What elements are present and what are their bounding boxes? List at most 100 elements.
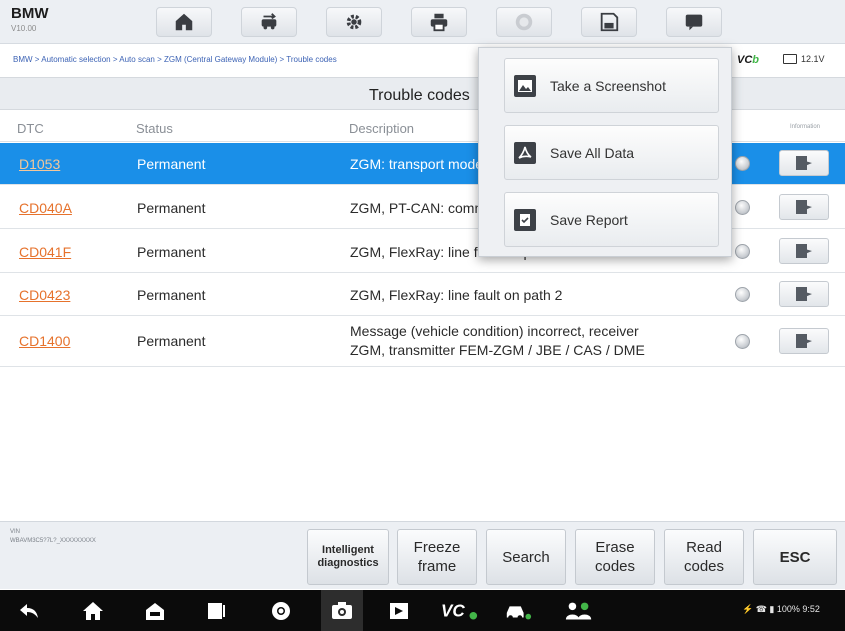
dtc-status: Permanent bbox=[137, 156, 206, 172]
function-bar: VIN WBAVM3C5?7L?_XXXXXXXXX Intelligent d… bbox=[0, 521, 845, 589]
battery-time: 100% 9:52 bbox=[776, 604, 820, 614]
camera-button[interactable] bbox=[329, 598, 355, 624]
vci-connected-icon: b bbox=[752, 54, 760, 66]
home-icon bbox=[175, 13, 193, 31]
dtc-status: Permanent bbox=[137, 287, 206, 303]
home-icon bbox=[83, 602, 103, 620]
system-status: ⚡ ☎ ▮ 100% 9:52 bbox=[742, 604, 820, 615]
erase-codes-button[interactable]: Erase codes bbox=[575, 529, 655, 585]
back-icon bbox=[20, 604, 38, 618]
dtc-help-button[interactable] bbox=[779, 150, 829, 176]
battery-indicator: 12.1V bbox=[783, 54, 825, 64]
vci-indicator: VCb bbox=[737, 54, 759, 66]
dtc-description: ZGM: transport mode bbox=[350, 156, 484, 172]
vin-label: VIN bbox=[10, 529, 21, 535]
screen-record-button[interactable] bbox=[386, 598, 412, 624]
vin-info: VIN WBAVM3C5?7L?_XXXXXXXXX bbox=[10, 528, 96, 546]
freeze-frame-indicator-icon bbox=[735, 244, 750, 259]
help-icon bbox=[515, 13, 533, 31]
browser-button[interactable] bbox=[268, 598, 294, 624]
top-toolbar: BMW V10.00 bbox=[0, 0, 845, 44]
settings-button[interactable] bbox=[326, 7, 382, 37]
image-icon bbox=[514, 74, 536, 97]
save-options-popup: Take a Screenshot Save All Data Save Rep… bbox=[478, 47, 732, 257]
save-icon bbox=[600, 12, 619, 32]
detail-icon bbox=[796, 156, 812, 170]
detail-icon bbox=[796, 244, 812, 258]
dtc-description: ZGM, FlexRay: line fault on path 2 bbox=[350, 287, 563, 303]
vci-label: VC bbox=[737, 54, 753, 66]
help-button[interactable] bbox=[496, 7, 552, 37]
vci-icon: VC bbox=[441, 602, 478, 621]
screen-record-icon bbox=[390, 603, 408, 619]
dtc-code[interactable]: CD041F bbox=[19, 244, 71, 260]
menu-item-label: Save All Data bbox=[550, 144, 635, 161]
dtc-help-button[interactable] bbox=[779, 281, 829, 307]
remote-expert-icon bbox=[565, 602, 592, 620]
recents-icon bbox=[208, 603, 225, 619]
camera-icon bbox=[332, 602, 352, 619]
freeze-frame-indicator-icon bbox=[735, 287, 750, 302]
battery-icon bbox=[783, 54, 797, 64]
brand: BMW V10.00 bbox=[11, 6, 49, 34]
chat-icon bbox=[685, 14, 703, 31]
take-screenshot-button[interactable]: Take a Screenshot bbox=[504, 58, 719, 113]
breadcrumb[interactable]: BMW > Automatic selection > Auto scan > … bbox=[13, 55, 337, 64]
report-icon bbox=[514, 208, 536, 231]
recents-button[interactable] bbox=[203, 598, 229, 624]
search-button[interactable]: Search bbox=[486, 529, 566, 585]
column-header-dtc: DTC bbox=[17, 121, 44, 136]
freeze-frame-indicator-icon bbox=[735, 156, 750, 171]
chat-button[interactable] bbox=[666, 7, 722, 37]
system-nav-bar: VC ⚡ ☎ ▮ 100% 9:52 bbox=[0, 590, 845, 631]
remote-expert-button[interactable] bbox=[563, 598, 595, 624]
page-title: Trouble codes bbox=[369, 87, 470, 104]
freeze-frame-indicator-icon bbox=[735, 334, 750, 349]
brand-version: V10.00 bbox=[11, 24, 37, 33]
print-icon bbox=[430, 13, 448, 32]
home-nav-button[interactable] bbox=[80, 598, 106, 624]
freeze-frame-button[interactable]: Freeze frame bbox=[397, 529, 477, 585]
save-all-data-button[interactable]: Save All Data bbox=[504, 125, 719, 180]
column-header-description: Description bbox=[349, 121, 415, 136]
dtc-code[interactable]: D1053 bbox=[19, 156, 60, 172]
vehicle-swap-icon bbox=[261, 13, 277, 30]
vehicle-swap-button[interactable] bbox=[241, 7, 297, 37]
svg-text:VC: VC bbox=[441, 602, 465, 621]
dtc-code[interactable]: CD1400 bbox=[19, 333, 70, 349]
column-header-status: Status bbox=[136, 121, 173, 136]
print-button[interactable] bbox=[411, 7, 467, 37]
save-report-button[interactable]: Save Report bbox=[504, 192, 719, 247]
dtc-status: Permanent bbox=[137, 244, 206, 260]
status-icons: ⚡ ☎ ▮ bbox=[742, 604, 777, 614]
settings-gear-icon bbox=[346, 14, 362, 30]
app-window: BMW V10.00 BMW > Automatic selection > A… bbox=[0, 0, 845, 631]
dtc-help-button[interactable] bbox=[779, 328, 829, 354]
dtc-code[interactable]: CD0423 bbox=[19, 287, 70, 303]
table-row[interactable]: CD0423 Permanent ZGM, FlexRay: line faul… bbox=[0, 274, 845, 316]
car-home-icon bbox=[146, 603, 164, 620]
intelligent-diagnostics-button[interactable]: Intelligent diagnostics bbox=[307, 529, 389, 585]
voltage-value: 12.1V bbox=[801, 54, 825, 64]
esc-button[interactable]: ESC bbox=[753, 529, 837, 585]
chrome-icon bbox=[272, 602, 290, 620]
detail-icon bbox=[796, 287, 812, 301]
detail-icon bbox=[796, 200, 812, 214]
vci-button[interactable]: VC bbox=[440, 598, 480, 624]
read-codes-button[interactable]: Read codes bbox=[664, 529, 744, 585]
dtc-help-button[interactable] bbox=[779, 238, 829, 264]
table-row[interactable]: CD1400 Permanent Message (vehicle condit… bbox=[0, 317, 845, 367]
car-home-button[interactable] bbox=[142, 598, 168, 624]
dtc-code[interactable]: CD040A bbox=[19, 200, 72, 216]
car-connect-icon bbox=[506, 606, 532, 620]
menu-item-label: Take a Screenshot bbox=[550, 77, 666, 94]
freeze-frame-indicator-icon bbox=[735, 200, 750, 215]
menu-item-label: Save Report bbox=[550, 211, 628, 228]
dtc-status: Permanent bbox=[137, 333, 206, 349]
vin-value: WBAVM3C5?7L?_XXXXXXXXX bbox=[10, 538, 96, 544]
car-connect-button[interactable] bbox=[503, 598, 533, 624]
dtc-help-button[interactable] bbox=[779, 194, 829, 220]
home-button[interactable] bbox=[156, 7, 212, 37]
back-button[interactable] bbox=[16, 598, 42, 624]
save-button[interactable] bbox=[581, 7, 637, 37]
